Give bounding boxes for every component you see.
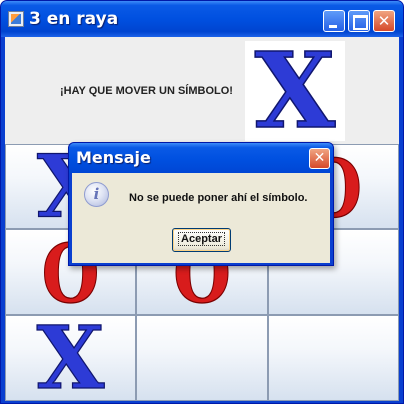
x-symbol: X: [255, 41, 336, 141]
x-symbol: X: [37, 316, 105, 400]
x-symbol-graphic: X: [36, 316, 105, 400]
minimize-button[interactable]: [323, 10, 345, 32]
accept-button-label: Aceptar: [178, 232, 225, 246]
status-message: ¡HAY QUE MOVER UN SÍMBOLO!: [60, 85, 233, 97]
message-dialog: Mensaje ✕ i No se puede poner ahí el sím…: [68, 142, 334, 266]
close-icon: ✕: [377, 12, 391, 30]
board-cell-3-2[interactable]: [136, 315, 268, 401]
title-bar[interactable]: 3 en raya ✕: [1, 1, 403, 37]
window-title: 3 en raya: [29, 9, 119, 29]
maximize-icon: [349, 11, 369, 31]
close-button[interactable]: ✕: [373, 10, 395, 32]
information-icon: i: [84, 182, 109, 207]
x-symbol-graphic: X: [254, 41, 337, 141]
dialog-message: No se puede poner ahí el símbolo.: [129, 192, 308, 204]
app-icon[interactable]: [8, 11, 24, 27]
dialog-title-bar[interactable]: Mensaje ✕: [69, 143, 333, 173]
board-cell-3-3[interactable]: [268, 315, 399, 401]
minimize-icon: [324, 11, 344, 31]
close-icon: ✕: [313, 150, 326, 166]
current-player-symbol: X: [245, 41, 345, 141]
dialog-close-button[interactable]: ✕: [309, 148, 330, 169]
board-cell-3-1[interactable]: X: [5, 315, 136, 401]
status-panel: ¡HAY QUE MOVER UN SÍMBOLO! X: [5, 37, 399, 144]
accept-button[interactable]: Aceptar: [172, 228, 231, 252]
maximize-button[interactable]: [348, 10, 370, 32]
dialog-body: i No se puede poner ahí el símbolo. Acep…: [72, 173, 330, 263]
dialog-title: Mensaje: [76, 148, 151, 167]
